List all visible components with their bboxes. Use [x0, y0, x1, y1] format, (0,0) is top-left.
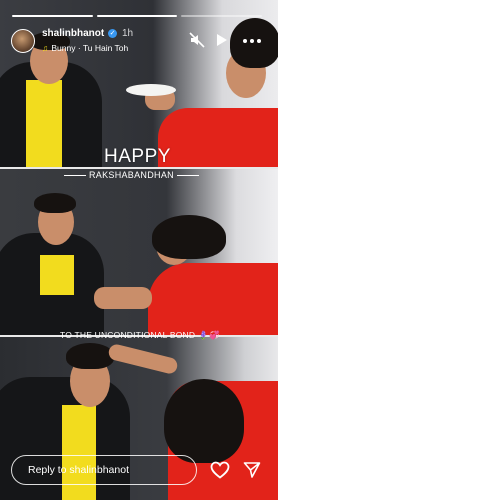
man-hair [66, 343, 114, 369]
puja-thali [126, 84, 176, 96]
username[interactable]: shalinbhanot [42, 28, 104, 39]
music-note-icon: ♫ [42, 43, 49, 53]
story-viewer[interactable]: shalinbhanot ✓ 1h ♫ Bunny · Tu Hain Toh H… [0, 0, 278, 500]
woman-hair [230, 18, 278, 68]
story-progress [12, 15, 263, 17]
woman-arm [107, 342, 179, 376]
verified-badge-icon: ✓ [108, 29, 117, 38]
story-photo-top [0, 0, 278, 167]
bond-text: TO THE UNCONDITIONAL BOND [60, 330, 196, 340]
bond-emoji: 🪻💞 [198, 330, 220, 340]
woman-red-dress [158, 108, 278, 167]
music-track: Bunny · Tu Hain Toh [51, 43, 129, 53]
woman-red-dress [148, 263, 278, 335]
reply-input[interactable]: Reply to shalinbhanot [11, 455, 197, 485]
bond-caption: TO THE UNCONDITIONAL BOND 🪻💞 [60, 330, 220, 341]
progress-segment [12, 15, 93, 17]
more-options-icon[interactable] [243, 39, 261, 43]
music-label[interactable]: ♫ Bunny · Tu Hain Toh [42, 43, 128, 53]
progress-segment [96, 15, 178, 17]
hands-tying-rakhi [94, 287, 152, 309]
heart-icon[interactable] [210, 461, 230, 479]
avatar[interactable] [11, 29, 35, 53]
woman-hair [164, 379, 244, 463]
divider-line [176, 174, 199, 176]
reply-placeholder: Reply to shalinbhanot [28, 464, 129, 476]
story-photo-middle [0, 169, 278, 335]
send-icon[interactable] [243, 461, 261, 479]
post-time: 1h [122, 28, 134, 39]
man-yellow-shirt [40, 255, 74, 295]
progress-segment [181, 15, 263, 17]
divider-line [64, 174, 86, 176]
rakshabandhan-text: RAKSHABANDHAN [64, 170, 199, 180]
man-yellow-shirt [62, 405, 96, 500]
man-hair [34, 193, 76, 213]
rakshabandhan-label: RAKSHABANDHAN [89, 170, 174, 180]
speaker-muted-icon[interactable] [189, 32, 205, 48]
happy-text: HAPPY [104, 146, 171, 167]
woman-hair [152, 215, 226, 259]
play-icon[interactable] [217, 34, 227, 46]
man-yellow-shirt [26, 80, 62, 167]
